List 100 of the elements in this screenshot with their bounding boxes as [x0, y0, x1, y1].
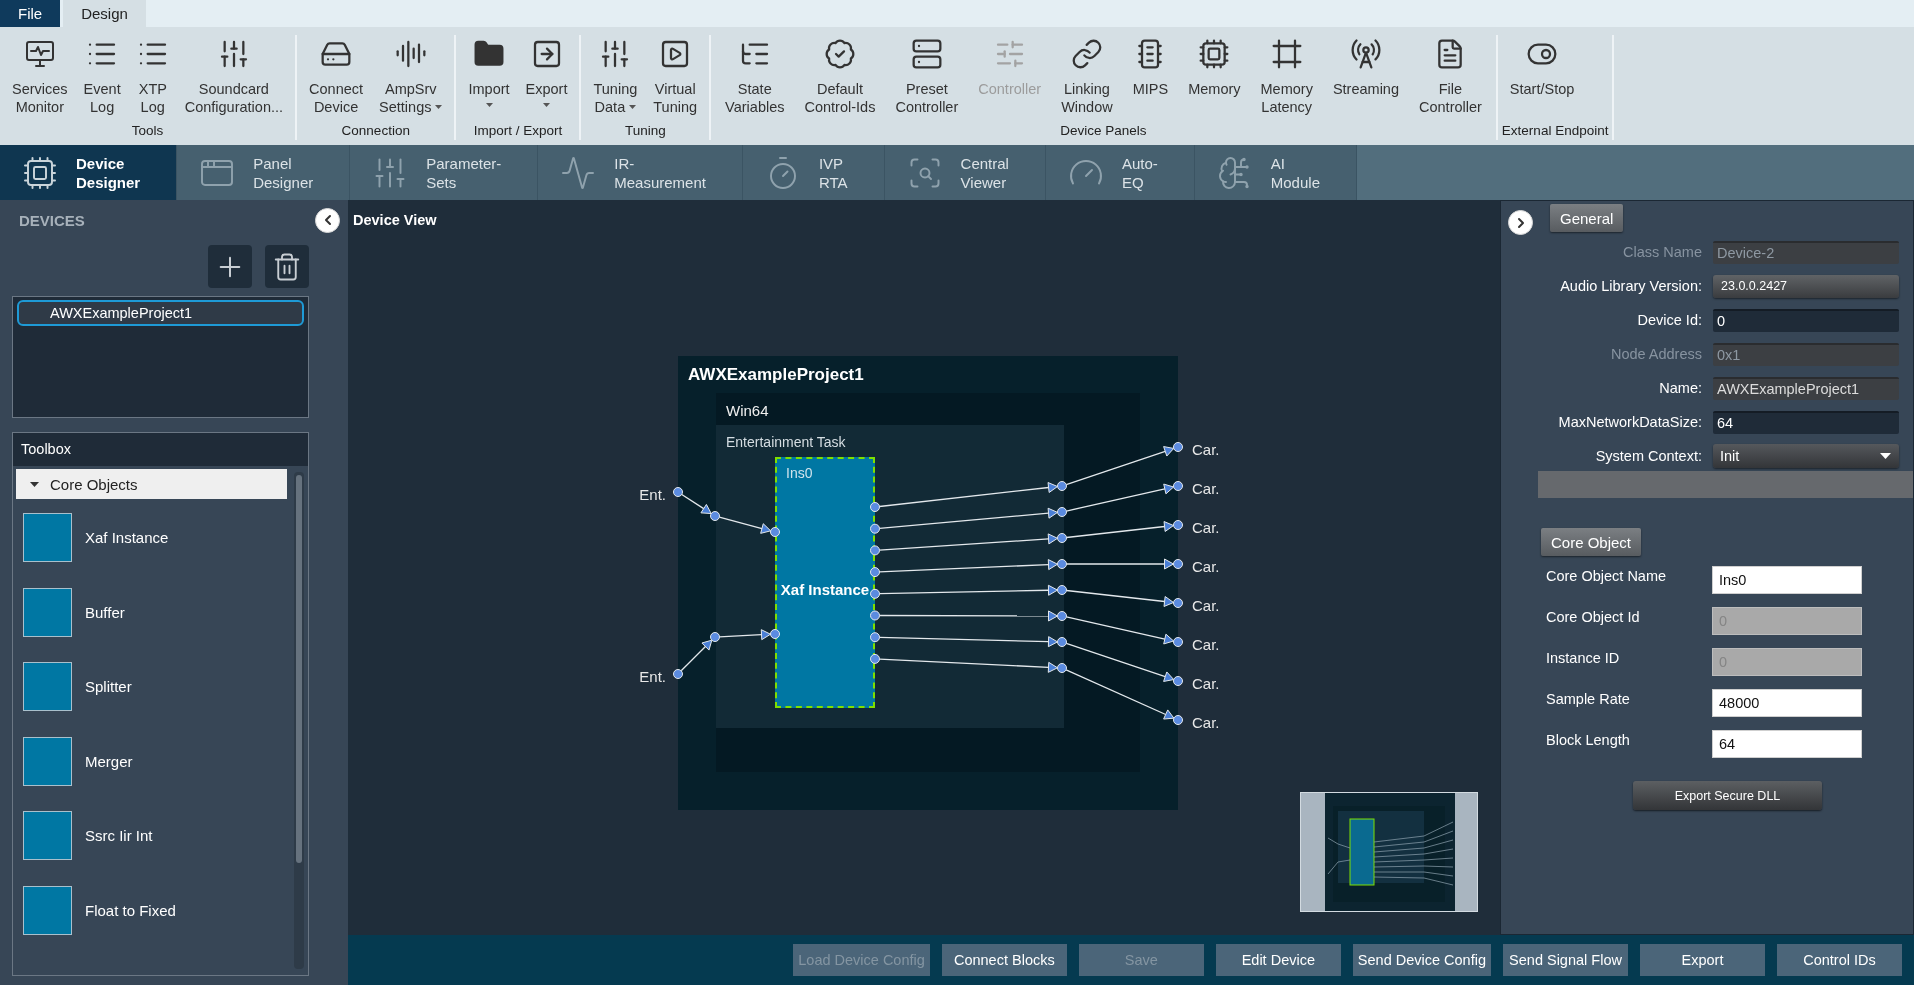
module-tab[interactable]: AI Module	[1194, 145, 1357, 200]
ribbon-button[interactable]: Linking Window	[1051, 35, 1123, 116]
scrollbar-track[interactable]	[294, 472, 304, 969]
port-icon[interactable]	[1057, 481, 1067, 491]
port-label: Car.	[1192, 635, 1220, 653]
port-icon[interactable]	[710, 511, 720, 521]
dropdown[interactable]: Init	[1713, 444, 1899, 468]
input-field[interactable]: Ins0	[1712, 566, 1862, 594]
port-icon[interactable]	[1057, 533, 1067, 543]
port-icon[interactable]	[770, 527, 780, 537]
port-icon[interactable]	[1173, 598, 1183, 608]
ribbon-button[interactable]: AmpSrv Settings	[371, 35, 451, 116]
input-field[interactable]: AWXExampleProject1	[1713, 376, 1899, 400]
server-icon	[910, 38, 943, 70]
category-header[interactable]: Core Objects	[16, 469, 287, 499]
module-tab[interactable]: Central Viewer	[884, 145, 1046, 200]
toolbox-item[interactable]: Float to Fixed	[23, 885, 290, 935]
value-button[interactable]: 23.0.0.2427	[1713, 274, 1899, 298]
input-field[interactable]: 64	[1713, 410, 1899, 434]
action-button[interactable]: Edit Device	[1215, 944, 1341, 976]
module-tab[interactable]: IVP RTA	[742, 145, 885, 200]
input-field[interactable]: 0	[1713, 308, 1899, 332]
port-icon[interactable]	[870, 545, 880, 556]
delete-button[interactable]	[265, 245, 309, 288]
input-field[interactable]: 64	[1712, 730, 1862, 758]
ribbon-button[interactable]: Virtual Tuning	[645, 35, 706, 116]
module-tab[interactable]: Device Designer	[0, 145, 178, 200]
port-icon[interactable]	[710, 632, 720, 642]
module-tab[interactable]: Auto-EQ	[1045, 145, 1195, 200]
toolbox-item[interactable]: Splitter	[23, 662, 290, 711]
menu-tab[interactable]: File	[0, 0, 61, 27]
scrollbar-thumb[interactable]	[296, 475, 302, 863]
port-icon[interactable]	[870, 653, 880, 664]
port-icon[interactable]	[770, 629, 780, 639]
toolbox-item[interactable]: Buffer	[23, 587, 290, 637]
module-tab[interactable]: Panel Designer	[177, 145, 351, 200]
port-icon[interactable]	[1057, 507, 1067, 517]
port-icon[interactable]	[1173, 676, 1183, 686]
module-tab[interactable]: IR-Measurement	[538, 145, 743, 200]
port-icon[interactable]	[1057, 663, 1067, 673]
block-node[interactable]: Ins0 Xaf Instance	[775, 457, 875, 708]
port-icon[interactable]	[673, 487, 683, 497]
port-icon[interactable]	[1057, 637, 1067, 647]
minimap-drawing[interactable]	[1300, 792, 1478, 912]
port-icon[interactable]	[1173, 637, 1183, 647]
ribbon-button[interactable]: Preset Controller	[885, 35, 969, 116]
port-icon[interactable]	[1057, 585, 1067, 595]
action-button[interactable]: Connect Blocks	[941, 944, 1067, 976]
action-button[interactable]: Send Device Config	[1352, 944, 1491, 976]
device-node[interactable]: AWXExampleProject1 Win64 Entertainment Task Ins0 Xaf Instance	[678, 356, 1178, 810]
port-icon[interactable]	[1173, 520, 1183, 530]
toolbox-item[interactable]: Xaf Instance	[23, 513, 290, 562]
port-icon[interactable]	[1057, 611, 1067, 621]
ribbon-button[interactable]: State Variables	[715, 35, 795, 116]
port-label: Car.	[1192, 713, 1220, 731]
toolbox-item[interactable]: Merger	[23, 736, 290, 786]
ribbon-button[interactable]: Streaming	[1322, 35, 1409, 98]
action-button[interactable]: Control IDs	[1777, 944, 1902, 976]
ribbon-button[interactable]: Memory Latency	[1250, 35, 1323, 116]
section-tab[interactable]: Core Object	[1541, 528, 1642, 556]
port-icon[interactable]	[870, 610, 880, 621]
module-tab[interactable]: Parameter-Sets	[350, 145, 539, 200]
port-icon[interactable]	[1173, 715, 1183, 725]
action-button[interactable]: Export	[1640, 944, 1765, 976]
toolbox-item[interactable]: Ssrc Iir Int	[23, 811, 290, 860]
port-icon[interactable]	[1057, 559, 1067, 569]
ribbon-button[interactable]: Import	[460, 35, 518, 107]
device-list-item[interactable]: AWXExampleProject1	[17, 300, 304, 326]
port-icon[interactable]	[870, 632, 880, 643]
port-icon[interactable]	[1173, 481, 1183, 491]
collapse-button[interactable]	[315, 207, 340, 233]
task-node[interactable]: Entertainment Task Ins0 Xaf Instance	[716, 425, 1064, 728]
ribbon-button[interactable]: Start/Stop	[1501, 35, 1583, 98]
menu-tab[interactable]: Design	[63, 0, 146, 27]
section-tab[interactable]: General	[1550, 204, 1624, 232]
ribbon-button[interactable]: Default Control-Ids	[794, 35, 886, 116]
port-icon[interactable]	[870, 588, 880, 599]
port-icon[interactable]	[870, 523, 880, 534]
action-button[interactable]: Send Signal Flow	[1503, 944, 1628, 976]
ribbon-button[interactable]: Tuning Data	[585, 35, 646, 116]
platform-node[interactable]: Win64 Entertainment Task Ins0 Xaf Instance	[716, 393, 1140, 772]
port-icon[interactable]	[1173, 442, 1183, 452]
ribbon-button[interactable]: Event Log	[75, 35, 129, 116]
port-icon[interactable]	[1173, 559, 1183, 569]
export-dll-button[interactable]: Export Secure DLL	[1633, 781, 1822, 810]
port-icon[interactable]	[870, 567, 880, 578]
ribbon-button[interactable]: XTP Log	[128, 35, 177, 116]
ribbon-button[interactable]: MIPS	[1122, 35, 1179, 98]
expand-button[interactable]	[1508, 210, 1533, 235]
input-field[interactable]: 48000	[1712, 689, 1862, 717]
ribbon-button[interactable]: File Controller	[1409, 35, 1492, 116]
ribbon-button[interactable]: Soundcard Configuration...	[176, 35, 292, 116]
ribbon-button[interactable]: Connect Device	[301, 35, 372, 116]
ribbon-button[interactable]: Memory	[1178, 35, 1251, 98]
ribbon-button[interactable]: Services Monitor	[4, 35, 76, 116]
port-icon[interactable]	[870, 502, 880, 512]
group-label: Tuning	[624, 122, 666, 140]
ribbon-button[interactable]: Export	[517, 35, 576, 107]
port-icon[interactable]	[673, 669, 683, 679]
add-button[interactable]	[208, 245, 252, 288]
